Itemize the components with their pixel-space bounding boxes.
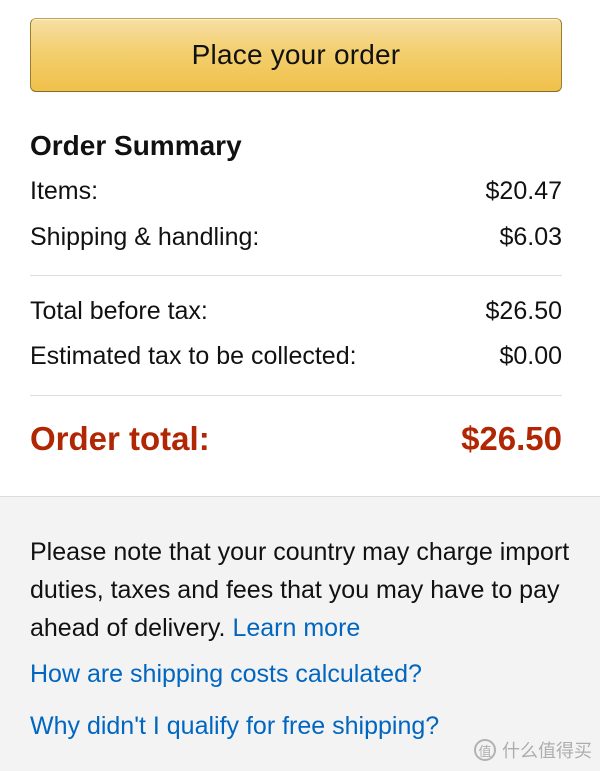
divider — [30, 275, 562, 276]
free-shipping-link[interactable]: Why didn't I qualify for free shipping? — [30, 712, 439, 741]
import-duties-note: Please note that your country may charge… — [30, 533, 570, 647]
items-label: Items: — [30, 177, 99, 205]
watermark-logo-icon: 值 — [474, 739, 496, 761]
tax-value: $0.00 — [499, 342, 562, 370]
watermark-text: 什么值得买 — [502, 741, 592, 761]
tax-label: Estimated tax to be collected: — [30, 342, 357, 370]
items-row: Items: $20.47 — [30, 177, 562, 206]
order-total-label: Order total: — [30, 420, 210, 457]
shipping-row: Shipping & handling: $6.03 — [30, 223, 562, 252]
divider — [30, 395, 562, 396]
shipping-label: Shipping & handling: — [30, 223, 260, 251]
before-tax-value: $26.50 — [485, 297, 562, 325]
order-summary-title: Order Summary — [30, 130, 242, 161]
order-summary-panel: Place your order Order Summary Items: $2… — [0, 0, 600, 496]
shipping-value: $6.03 — [499, 223, 562, 251]
order-total-value: $26.50 — [461, 420, 562, 457]
learn-more-link[interactable]: Learn more — [232, 614, 360, 642]
order-total-row: Order total: $26.50 — [30, 420, 562, 458]
before-tax-label: Total before tax: — [30, 297, 208, 325]
before-tax-row: Total before tax: $26.50 — [30, 297, 562, 326]
watermark: 值 什么值得买 — [474, 737, 592, 763]
place-order-button[interactable]: Place your order — [30, 18, 562, 92]
shipping-costs-link[interactable]: How are shipping costs calculated? — [30, 660, 422, 689]
tax-row: Estimated tax to be collected: $0.00 — [30, 342, 562, 371]
items-value: $20.47 — [485, 177, 562, 205]
